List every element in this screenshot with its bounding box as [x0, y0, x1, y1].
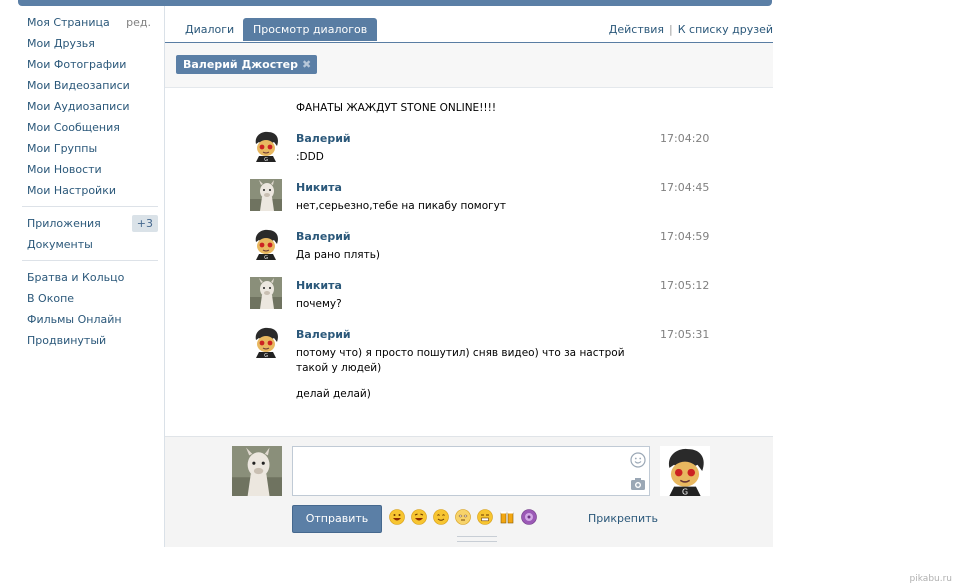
message-history: ФАНАТЫ ЖАЖДУТ STONE ONLINE!!!! G Валерий…	[165, 92, 773, 436]
menu-my-messages[interactable]: Мои Сообщения	[20, 117, 160, 138]
laugh-emoji-icon[interactable]	[411, 509, 427, 525]
message-text: нет,серьезно,тебе на пикабу помогут	[296, 200, 506, 212]
message-text: Да рано плять)	[296, 249, 380, 261]
watermark: pikabu.ru	[909, 574, 952, 584]
menu-divider	[22, 260, 158, 261]
close-icon[interactable]: ✖	[302, 58, 311, 71]
avatar-valery[interactable]: G	[250, 228, 282, 261]
beer-emoji-icon[interactable]	[499, 509, 515, 525]
message-author[interactable]: Валерий	[296, 328, 351, 341]
menu-my-groups[interactable]: Мои Группы	[20, 138, 160, 159]
peer-bar: Валерий Джостер ✖	[165, 43, 773, 88]
menu-my-page[interactable]: Моя Страница ред.	[20, 12, 160, 33]
composer: G Отправить Прикрепить	[165, 436, 773, 547]
message-author[interactable]: Валерий	[296, 132, 351, 145]
message-text: делай делай)	[296, 388, 371, 400]
send-button[interactable]: Отправить	[292, 505, 382, 533]
svg-text:G: G	[264, 353, 268, 358]
menu-my-settings[interactable]: Мои Настройки	[20, 180, 160, 201]
friends-list-link[interactable]: К списку друзей	[678, 23, 773, 36]
message-time: 17:05:31	[660, 328, 710, 341]
message-author[interactable]: Валерий	[296, 230, 351, 243]
menu-my-photos[interactable]: Мои Фотографии	[20, 54, 160, 75]
actions-link[interactable]: Действия	[609, 23, 664, 36]
attach-link[interactable]: Прикрепить	[588, 512, 658, 525]
smile-icon[interactable]	[630, 452, 646, 468]
purple-emoji-icon[interactable]	[521, 509, 537, 525]
message-text: :DDD	[296, 151, 324, 163]
svg-text:G: G	[264, 255, 268, 260]
menu-app-v-okope[interactable]: В Окопе	[20, 288, 160, 309]
tab-dialogs[interactable]: Диалоги	[175, 18, 244, 41]
menu-my-friends[interactable]: Мои Друзья	[20, 33, 160, 54]
actions-bar: Действия | К списку друзей	[609, 23, 773, 36]
message-time: 17:05:12	[660, 279, 710, 292]
peer-chip[interactable]: Валерий Джостер ✖	[176, 55, 318, 74]
grimace-emoji-icon[interactable]	[477, 509, 493, 525]
menu-my-news[interactable]: Мои Новости	[20, 159, 160, 180]
peer-name: Валерий Джостер	[183, 58, 298, 71]
svg-text:G: G	[264, 157, 268, 162]
avatar-valery[interactable]: G	[250, 326, 282, 359]
grin-emoji-icon[interactable]	[389, 509, 405, 525]
menu-divider	[22, 206, 158, 207]
menu-app-films[interactable]: Фильмы Онлайн	[20, 309, 160, 330]
menu-app-bratva[interactable]: Братва и Кольцо	[20, 267, 160, 288]
message-text: почему?	[296, 298, 342, 310]
blush-emoji-icon[interactable]	[455, 509, 471, 525]
message-time: 17:04:45	[660, 181, 710, 194]
menu-my-videos[interactable]: Мои Видеозаписи	[20, 75, 160, 96]
peer-avatar[interactable]: G	[660, 446, 710, 496]
svg-text:G: G	[682, 487, 688, 496]
avatar-valery[interactable]: G	[250, 130, 282, 163]
menu-app-advanced[interactable]: Продвинутый	[20, 330, 160, 351]
camera-icon[interactable]	[630, 477, 646, 491]
menu-item-label: Моя Страница	[27, 16, 110, 29]
menu-my-audio[interactable]: Мои Аудиозаписи	[20, 96, 160, 117]
message-text: ФАНАТЫ ЖАЖДУТ STONE ONLINE!!!!	[296, 102, 497, 114]
message-author[interactable]: Никита	[296, 279, 342, 292]
apps-count-badge[interactable]: +3	[131, 215, 158, 232]
message-time: 17:04:20	[660, 132, 710, 145]
left-menu: Моя Страница ред. Мои Друзья Мои Фотогра…	[20, 12, 160, 351]
menu-documents[interactable]: Документы	[20, 234, 160, 255]
my-avatar[interactable]	[232, 446, 282, 496]
menu-apps[interactable]: Приложения +3	[20, 213, 160, 234]
tab-bar: Диалоги Просмотр диалогов Действия | К спи…	[165, 6, 773, 43]
smile-emoji-icon[interactable]	[433, 509, 449, 525]
message-text: потому что) я просто пошутил) сняв видео…	[296, 347, 625, 374]
resize-handle[interactable]	[457, 536, 497, 542]
actions-separator: |	[669, 23, 673, 36]
message-author[interactable]: Никита	[296, 181, 342, 194]
tab-view-dialogs[interactable]: Просмотр диалогов	[243, 18, 378, 41]
message-time: 17:04:59	[660, 230, 710, 243]
avatar-nikita[interactable]	[250, 179, 282, 211]
avatar-nikita[interactable]	[250, 277, 282, 309]
messages-panel: Диалоги Просмотр диалогов Действия | К спи…	[164, 6, 773, 547]
edit-link[interactable]: ред.	[126, 12, 151, 33]
message-input[interactable]	[292, 446, 650, 496]
menu-item-label: Приложения	[27, 217, 101, 230]
